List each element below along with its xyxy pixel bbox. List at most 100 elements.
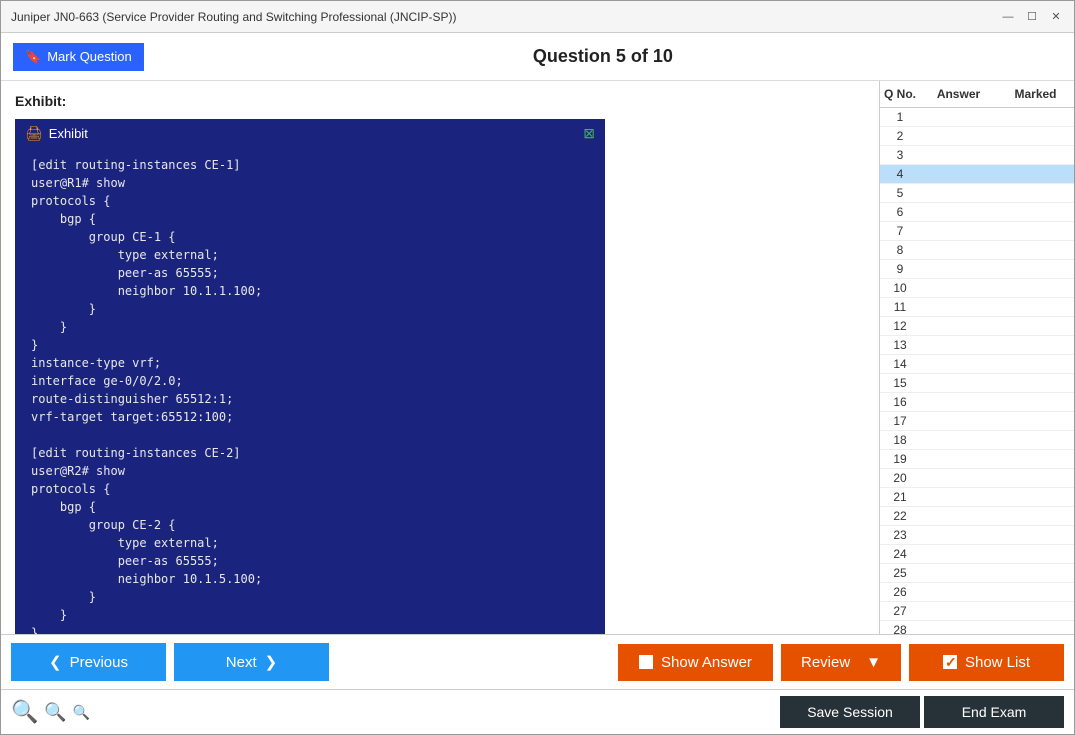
sidebar-cell-marked <box>997 260 1074 278</box>
sidebar-cell-qno: 5 <box>880 184 920 202</box>
bottom-area: ❮ Previous Next ❯ Show Answer Review ▼ ✓… <box>1 634 1074 734</box>
sidebar-cell-answer <box>920 412 997 430</box>
sidebar-cell-marked <box>997 431 1074 449</box>
sidebar-cell-answer <box>920 545 997 563</box>
sidebar-cell-marked <box>997 621 1074 634</box>
sidebar-row[interactable]: 11 <box>880 298 1074 317</box>
sidebar-row[interactable]: 7 <box>880 222 1074 241</box>
sidebar-row[interactable]: 10 <box>880 279 1074 298</box>
sidebar-cell-qno: 11 <box>880 298 920 316</box>
sidebar-scroll[interactable]: 1 2 3 4 5 6 7 8 9 10 11 <box>880 108 1074 634</box>
review-dropdown-icon: ▼ <box>866 654 881 671</box>
sidebar-cell-marked <box>997 469 1074 487</box>
sidebar-cell-qno: 25 <box>880 564 920 582</box>
exhibit-close-button[interactable]: ⊠ <box>583 125 595 142</box>
sidebar-row[interactable]: 4 <box>880 165 1074 184</box>
previous-button[interactable]: ❮ Previous <box>11 643 166 681</box>
sidebar-row[interactable]: 15 <box>880 374 1074 393</box>
sidebar-cell-marked <box>997 545 1074 563</box>
sidebar-cell-qno: 20 <box>880 469 920 487</box>
exhibit-title: Exhibit <box>49 126 88 141</box>
sidebar-cell-answer <box>920 583 997 601</box>
sidebar-row[interactable]: 14 <box>880 355 1074 374</box>
sidebar-cell-qno: 1 <box>880 108 920 126</box>
zoom-out-icon[interactable]: 🔍 <box>73 704 90 721</box>
show-answer-button[interactable]: Show Answer <box>618 644 773 681</box>
sidebar-row[interactable]: 13 <box>880 336 1074 355</box>
sidebar-cell-qno: 18 <box>880 431 920 449</box>
sidebar-row[interactable]: 6 <box>880 203 1074 222</box>
sidebar-cell-marked <box>997 241 1074 259</box>
sidebar-row[interactable]: 25 <box>880 564 1074 583</box>
sidebar-cell-answer <box>920 355 997 373</box>
sidebar-cell-answer <box>920 621 997 634</box>
close-button[interactable]: ✕ <box>1048 9 1064 25</box>
sidebar-cell-qno: 22 <box>880 507 920 525</box>
sidebar-row[interactable]: 24 <box>880 545 1074 564</box>
sidebar-row[interactable]: 22 <box>880 507 1074 526</box>
save-session-button[interactable]: Save Session <box>780 696 920 728</box>
title-bar: Juniper JN0-663 (Service Provider Routin… <box>1 1 1074 33</box>
sidebar-cell-qno: 3 <box>880 146 920 164</box>
mark-question-button[interactable]: 🔖 Mark Question <box>13 43 144 71</box>
sidebar-row[interactable]: 8 <box>880 241 1074 260</box>
sidebar-cell-answer <box>920 526 997 544</box>
zoom-bar: 🔍 🔍 🔍 Save Session End Exam <box>1 689 1074 734</box>
sidebar-cell-answer <box>920 184 997 202</box>
sidebar-cell-marked <box>997 146 1074 164</box>
end-exam-button[interactable]: End Exam <box>924 696 1064 728</box>
sidebar-cell-answer <box>920 488 997 506</box>
exhibit-label: Exhibit: <box>15 93 865 109</box>
sidebar-cell-qno: 2 <box>880 127 920 145</box>
sidebar-row[interactable]: 20 <box>880 469 1074 488</box>
sidebar-row[interactable]: 16 <box>880 393 1074 412</box>
sidebar-row[interactable]: 21 <box>880 488 1074 507</box>
sidebar-cell-marked <box>997 583 1074 601</box>
exhibit-window-icon: 🖨 <box>25 125 43 142</box>
sidebar-row[interactable]: 17 <box>880 412 1074 431</box>
sidebar-row[interactable]: 1 <box>880 108 1074 127</box>
sidebar-cell-answer <box>920 393 997 411</box>
zoom-in-icon[interactable]: 🔍 <box>11 699 38 725</box>
sidebar-cell-answer <box>920 298 997 316</box>
restore-button[interactable]: ☐ <box>1024 9 1040 25</box>
sidebar-cell-marked <box>997 526 1074 544</box>
sidebar-row[interactable]: 19 <box>880 450 1074 469</box>
question-area: Exhibit: 🖨 Exhibit ⊠ [edit routing-insta… <box>1 81 879 634</box>
sidebar-row[interactable]: 3 <box>880 146 1074 165</box>
review-button[interactable]: Review ▼ <box>781 644 901 681</box>
sidebar-cell-qno: 27 <box>880 602 920 620</box>
minimize-button[interactable]: — <box>1000 9 1016 25</box>
sidebar-row[interactable]: 27 <box>880 602 1074 621</box>
sidebar-cell-answer <box>920 450 997 468</box>
sidebar-cell-qno: 6 <box>880 203 920 221</box>
zoom-normal-icon[interactable]: 🔍 <box>44 702 66 723</box>
sidebar-cell-qno: 24 <box>880 545 920 563</box>
sidebar-row[interactable]: 18 <box>880 431 1074 450</box>
sidebar-cell-marked <box>997 507 1074 525</box>
show-list-button[interactable]: ✓ Show List <box>909 644 1064 681</box>
exhibit-body: [edit routing-instances CE-1] user@R1# s… <box>17 146 603 634</box>
prev-arrow-icon: ❮ <box>49 653 62 671</box>
sidebar-row[interactable]: 26 <box>880 583 1074 602</box>
sidebar-row[interactable]: 12 <box>880 317 1074 336</box>
sidebar-cell-marked <box>997 108 1074 126</box>
sidebar-cell-answer <box>920 374 997 392</box>
sidebar-row[interactable]: 5 <box>880 184 1074 203</box>
sidebar-cell-marked <box>997 165 1074 183</box>
sidebar-cell-answer <box>920 127 997 145</box>
sidebar-cell-marked <box>997 298 1074 316</box>
sidebar-cell-qno: 13 <box>880 336 920 354</box>
sidebar-cell-qno: 14 <box>880 355 920 373</box>
toolbar: 🔖 Mark Question Question 5 of 10 <box>1 33 1074 81</box>
sidebar-cell-answer <box>920 469 997 487</box>
sidebar-cell-answer <box>920 108 997 126</box>
sidebar-row[interactable]: 9 <box>880 260 1074 279</box>
sidebar-row[interactable]: 28 <box>880 621 1074 634</box>
next-button[interactable]: Next ❯ <box>174 643 329 681</box>
exhibit-titlebar: 🖨 Exhibit ⊠ <box>17 121 603 146</box>
exhibit-code: [edit routing-instances CE-1] user@R1# s… <box>31 156 589 634</box>
sidebar-row[interactable]: 2 <box>880 127 1074 146</box>
sidebar-row[interactable]: 23 <box>880 526 1074 545</box>
sidebar: Q No. Answer Marked 1 2 3 4 5 6 7 8 <box>879 81 1074 634</box>
